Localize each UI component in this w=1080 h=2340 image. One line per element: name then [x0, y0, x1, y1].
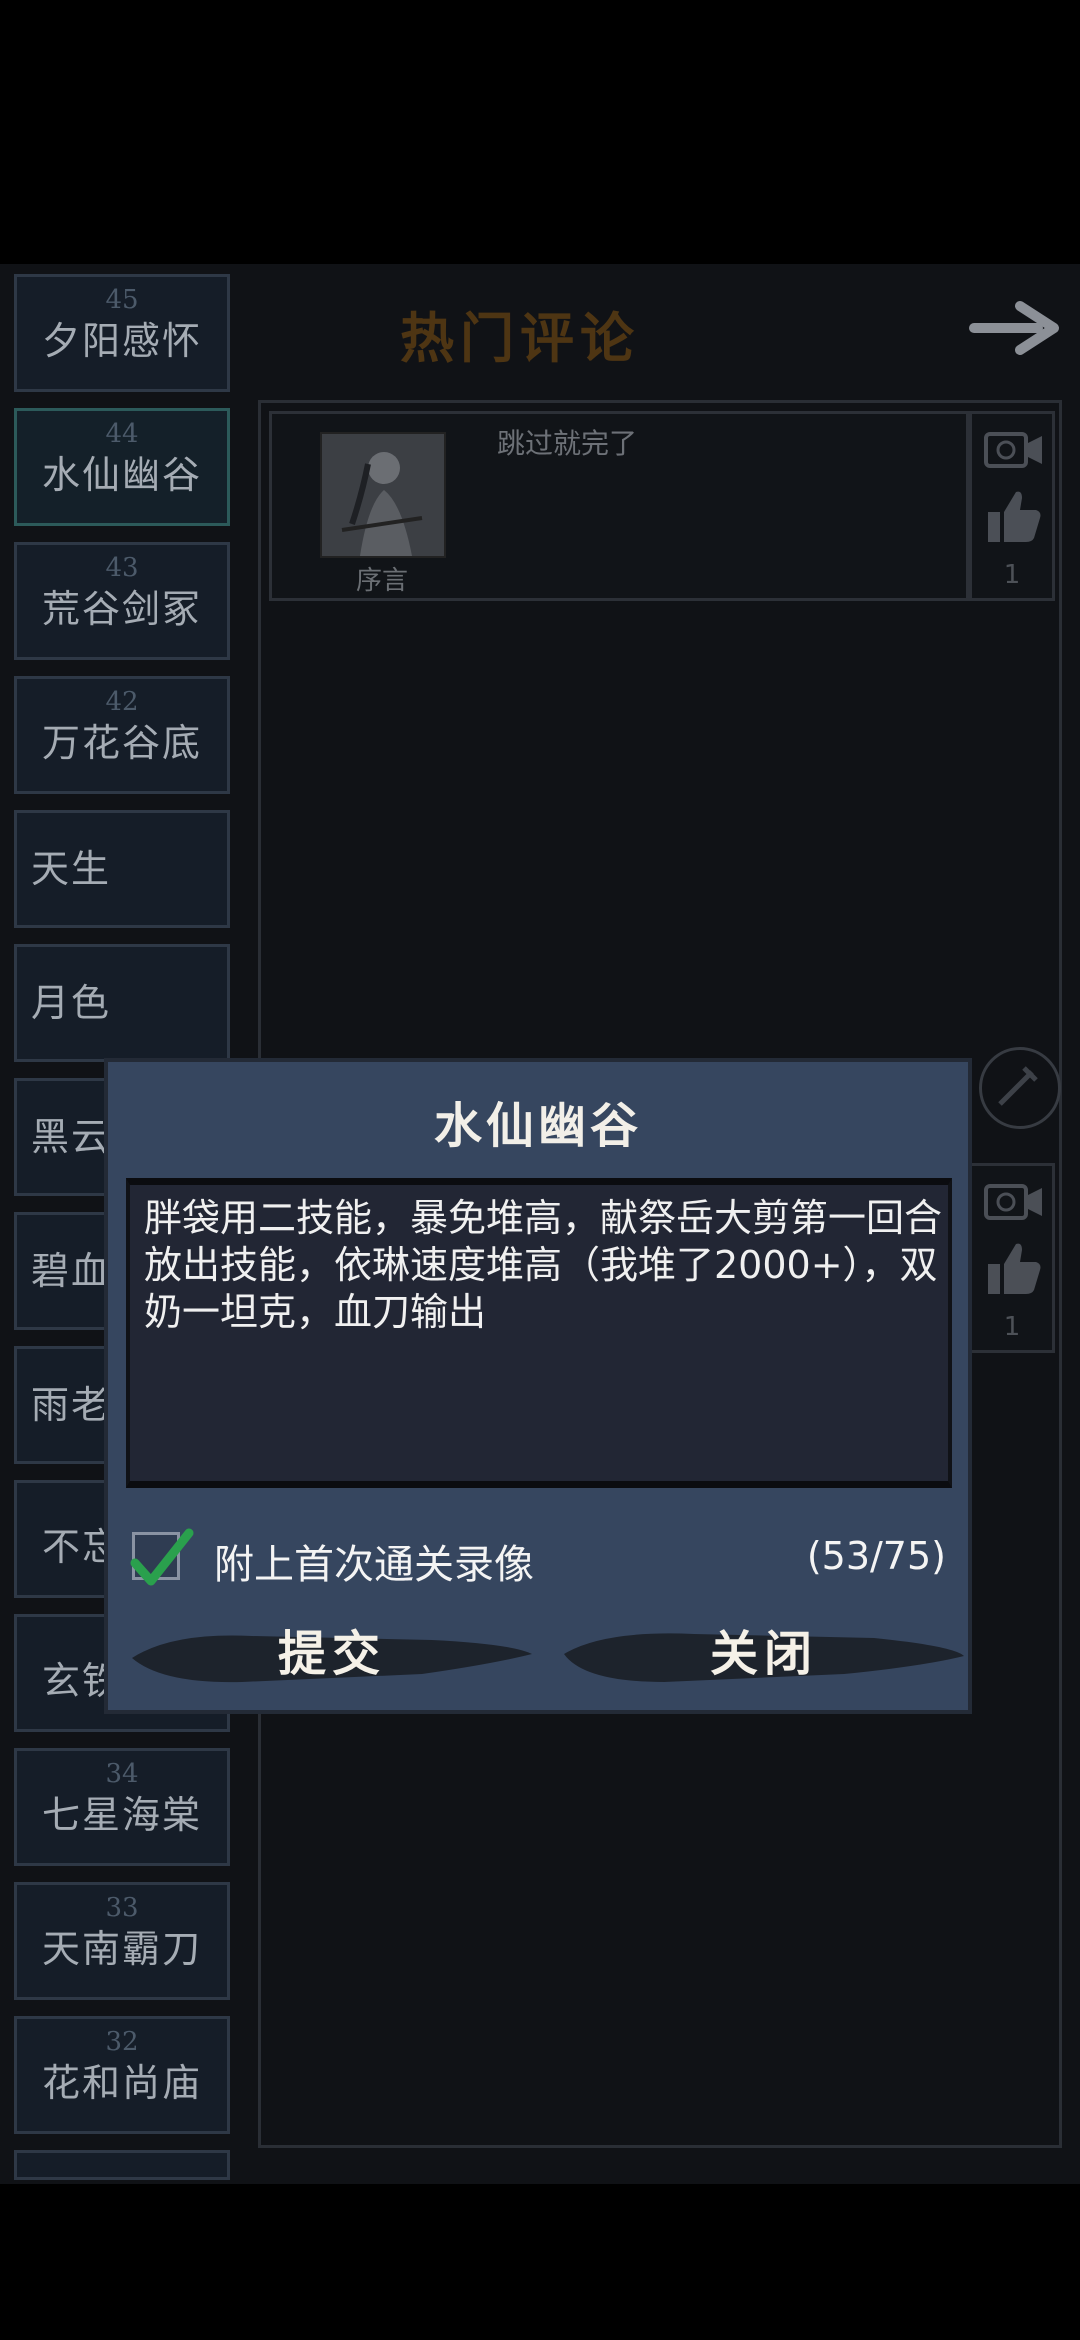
level-name: 万花谷底 — [41, 721, 202, 765]
close-button[interactable]: 关闭 — [564, 1614, 964, 1694]
like-count: 1 — [1003, 1312, 1021, 1342]
level-item[interactable]: 33 天南霸刀 — [14, 1882, 230, 2000]
level-number: 32 — [105, 2027, 139, 2057]
video-camera-icon[interactable] — [984, 1180, 1044, 1224]
arrow-right-icon — [969, 301, 1059, 355]
level-name: 水仙幽谷 — [41, 453, 202, 497]
level-name: 月色 — [31, 981, 112, 1025]
level-number: 34 — [105, 1759, 139, 1789]
level-item[interactable]: 34 七星海棠 — [14, 1748, 230, 1866]
comment-username: 序言 — [355, 566, 408, 596]
level-number: 44 — [105, 419, 139, 449]
level-item[interactable]: 天生 — [14, 810, 230, 928]
comment-item[interactable]: 序言 跳过就完了 — [269, 411, 969, 601]
close-label: 关闭 — [709, 1626, 818, 1682]
level-item-partial[interactable] — [14, 2150, 230, 2180]
level-item[interactable]: 32 花和尚庙 — [14, 2016, 230, 2134]
level-name: 天生 — [31, 847, 112, 891]
level-number: 42 — [105, 687, 139, 717]
video-camera-icon[interactable] — [984, 428, 1044, 472]
level-name: 七星海棠 — [41, 1793, 202, 1837]
attach-video-checkbox[interactable] — [130, 1528, 194, 1586]
comment-actions: 1 — [969, 1163, 1055, 1353]
level-name: 花和尚庙 — [41, 2061, 202, 2105]
level-name: 荒谷剑冢 — [41, 587, 202, 631]
attach-video-row[interactable]: 附上首次通关录像 (53/75) — [130, 1528, 952, 1592]
comment-input[interactable]: 胖袋用二技能，暴免堆高，献祭岳大剪第一回合放出技能，依琳速度堆高（我堆了2000… — [126, 1178, 952, 1488]
write-comment-button[interactable] — [979, 1047, 1061, 1129]
thumbs-up-icon[interactable] — [986, 1240, 1042, 1296]
avatar[interactable] — [320, 432, 446, 558]
level-item-selected[interactable]: 44 水仙幽谷 — [14, 408, 230, 526]
next-arrow-button[interactable] — [968, 298, 1064, 358]
level-number: 33 — [105, 1893, 139, 1923]
level-name: 天南霸刀 — [41, 1927, 202, 1971]
level-name: 夕阳感怀 — [41, 319, 202, 363]
submit-button[interactable]: 提交 — [132, 1614, 532, 1694]
comment-text: 跳过就完了 — [497, 427, 638, 460]
dialog-title: 水仙幽谷 — [433, 1098, 642, 1154]
comment-dialog: 水仙幽谷 胖袋用二技能，暴免堆高，献祭岳大剪第一回合放出技能，依琳速度堆高（我堆… — [104, 1058, 972, 1714]
level-number: 45 — [105, 285, 139, 315]
comment-actions: 1 — [969, 411, 1055, 601]
submit-label: 提交 — [277, 1626, 386, 1682]
level-item[interactable]: 42 万花谷底 — [14, 676, 230, 794]
avatar-portrait-icon — [322, 434, 444, 556]
panel-title: 热门评论 — [400, 306, 640, 370]
checkmark-icon — [130, 1528, 194, 1586]
comment-input-text[interactable]: 胖袋用二技能，暴免堆高，献祭岳大剪第一回合放出技能，依琳速度堆高（我堆了2000… — [144, 1195, 944, 1336]
like-count: 1 — [1003, 560, 1021, 590]
level-item[interactable]: 月色 — [14, 944, 230, 1062]
app-screen: 45 夕阳感怀 44 水仙幽谷 43 荒谷剑冢 42 万花谷底 天生 月色 黑云 — [0, 264, 1080, 2184]
level-item[interactable]: 43 荒谷剑冢 — [14, 542, 230, 660]
level-item[interactable]: 45 夕阳感怀 — [14, 274, 230, 392]
character-count: (53/75) — [806, 1534, 946, 1578]
thumbs-up-icon[interactable] — [986, 488, 1042, 544]
attach-video-label: 附上首次通关录像 — [214, 1542, 534, 1588]
pen-icon — [998, 1066, 1038, 1106]
level-number: 43 — [105, 553, 139, 583]
